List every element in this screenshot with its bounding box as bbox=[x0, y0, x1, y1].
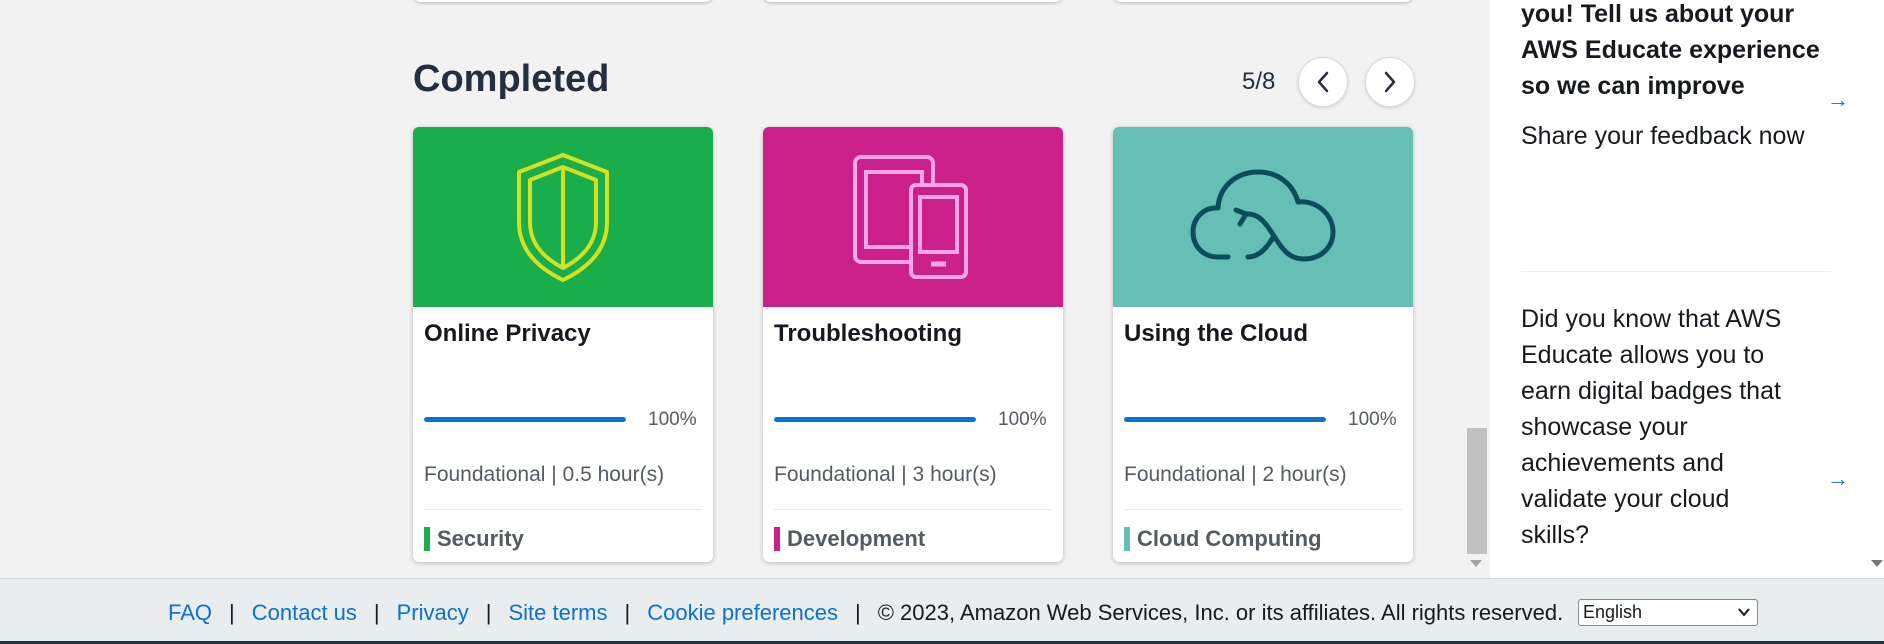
cookie-preferences-link[interactable]: Cookie preferences bbox=[647, 600, 838, 626]
language-select[interactable]: English bbox=[1578, 599, 1758, 626]
previous-page-button[interactable] bbox=[1298, 57, 1348, 107]
progress-percent: 100% bbox=[1348, 409, 1397, 430]
section-title: Completed bbox=[413, 58, 610, 100]
category-label: Development bbox=[787, 526, 926, 551]
arrow-right-icon[interactable]: → bbox=[1827, 466, 1849, 492]
card-category: Cloud Computing bbox=[1124, 526, 1322, 552]
progress-percent: 100% bbox=[648, 409, 697, 430]
footer-separator: | bbox=[373, 600, 380, 625]
course-card[interactable]: Troubleshooting 100% Foundational | 3 ho… bbox=[763, 127, 1063, 562]
card-category: Security bbox=[424, 526, 524, 552]
course-card[interactable]: Online Privacy 100% Foundational | 0.5 h… bbox=[413, 127, 713, 562]
category-color-bar bbox=[424, 527, 430, 551]
feedback-heading: you! Tell us about your AWS Educate expe… bbox=[1521, 0, 1820, 100]
chevron-left-icon bbox=[1317, 71, 1329, 93]
footer: FAQ | Contact us | Privacy | Site terms … bbox=[0, 578, 1884, 644]
shield-icon bbox=[517, 152, 609, 282]
side-panel: you! Tell us about your AWS Educate expe… bbox=[1490, 0, 1884, 578]
card-title: Online Privacy bbox=[424, 320, 591, 347]
footer-separator: | bbox=[855, 600, 861, 625]
feedback-item[interactable]: you! Tell us about your AWS Educate expe… bbox=[1521, 0, 1851, 154]
site-terms-link[interactable]: Site terms bbox=[508, 600, 607, 626]
progress-fill bbox=[424, 417, 626, 422]
footer-links: FAQ | Contact us | Privacy | Site terms … bbox=[168, 600, 1563, 626]
progress-bar bbox=[774, 417, 976, 422]
card-image bbox=[413, 127, 713, 307]
category-label: Security bbox=[437, 526, 524, 551]
card-category: Development bbox=[774, 526, 925, 552]
card-divider bbox=[1124, 509, 1402, 510]
course-card[interactable]: Using the Cloud 100% Foundational | 2 ho… bbox=[1113, 127, 1413, 562]
main-scrollbar-thumb[interactable] bbox=[1467, 428, 1487, 554]
previous-card[interactable] bbox=[1113, 0, 1413, 2]
chevron-right-icon bbox=[1384, 71, 1396, 93]
progress-percent: 100% bbox=[998, 409, 1047, 430]
badges-info-text: Did you know that AWS Educate allows you… bbox=[1521, 305, 1782, 549]
previous-card[interactable] bbox=[763, 0, 1063, 2]
card-meta: Foundational | 2 hour(s) bbox=[1124, 463, 1347, 486]
category-label: Cloud Computing bbox=[1137, 526, 1322, 551]
copyright-text: © 2023, Amazon Web Services, Inc. or its… bbox=[877, 600, 1564, 625]
category-color-bar bbox=[774, 527, 780, 551]
cloud-sync-icon bbox=[1190, 169, 1336, 262]
arrow-right-icon[interactable]: → bbox=[1827, 87, 1849, 113]
card-meta: Foundational | 0.5 hour(s) bbox=[424, 463, 665, 486]
feedback-link-text: Share your feedback now bbox=[1521, 122, 1805, 150]
previous-card[interactable] bbox=[413, 0, 713, 2]
pager-count: 5/8 bbox=[1242, 68, 1276, 95]
card-image bbox=[1113, 127, 1413, 307]
progress-bar bbox=[424, 417, 626, 422]
language-select-value: English bbox=[1583, 602, 1643, 622]
card-meta: Foundational | 3 hour(s) bbox=[774, 463, 997, 486]
badges-info-item[interactable]: Did you know that AWS Educate allows you… bbox=[1521, 301, 1791, 553]
card-title: Troubleshooting bbox=[774, 320, 962, 347]
devices-icon bbox=[853, 155, 968, 279]
footer-separator: | bbox=[485, 600, 492, 625]
privacy-link[interactable]: Privacy bbox=[397, 600, 469, 626]
card-divider bbox=[774, 509, 1052, 510]
category-color-bar bbox=[1124, 527, 1130, 551]
card-title: Using the Cloud bbox=[1124, 320, 1308, 347]
chevron-down-icon bbox=[1738, 608, 1750, 617]
side-divider bbox=[1521, 271, 1831, 272]
card-image bbox=[763, 127, 1063, 307]
card-divider bbox=[424, 509, 702, 510]
footer-separator: | bbox=[229, 600, 235, 625]
side-scroll-down-arrow[interactable] bbox=[1871, 560, 1883, 567]
faq-link[interactable]: FAQ bbox=[168, 600, 212, 626]
footer-separator: | bbox=[624, 600, 631, 625]
scroll-down-arrow[interactable] bbox=[1470, 560, 1482, 567]
progress-bar bbox=[1124, 417, 1326, 422]
progress-fill bbox=[1124, 417, 1326, 422]
page: Completed 5/8 Online Privacy 100% Founda… bbox=[0, 0, 1884, 644]
next-page-button[interactable] bbox=[1365, 57, 1415, 107]
progress-fill bbox=[774, 417, 976, 422]
contact-us-link[interactable]: Contact us bbox=[252, 600, 357, 626]
